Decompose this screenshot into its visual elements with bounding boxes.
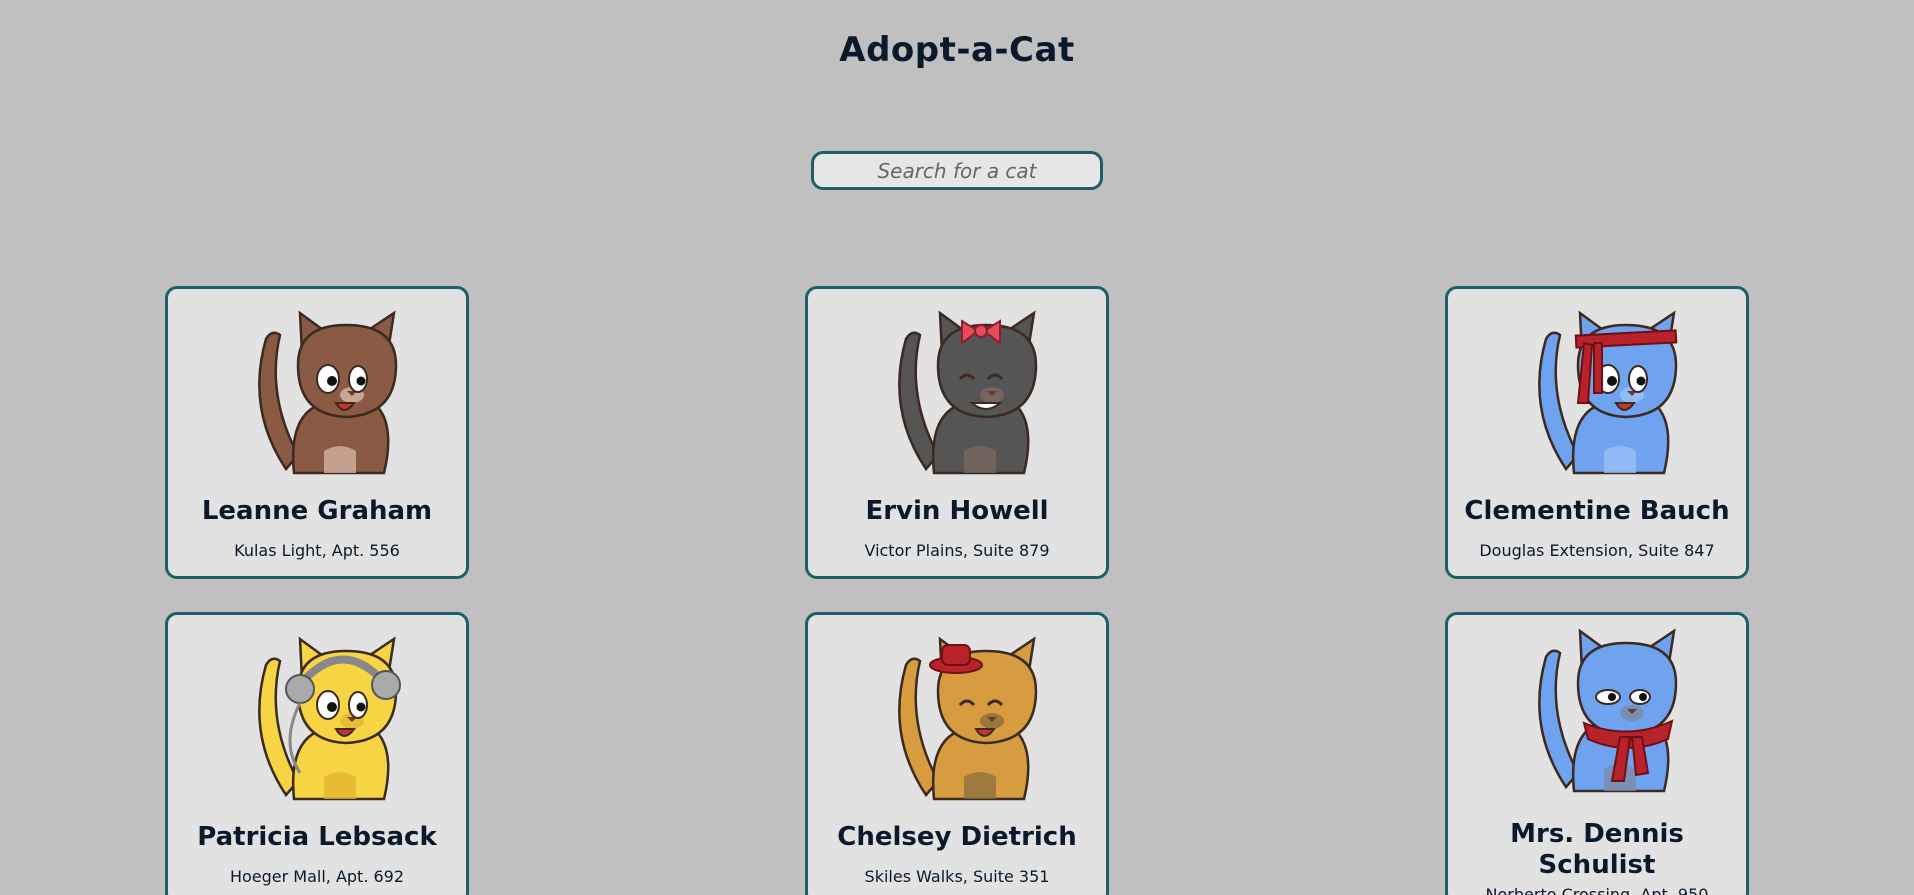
cat-card[interactable]: Leanne Graham Kulas Light, Apt. 556 [165,286,469,579]
cat-address: Norberto Crossing, Apt. 950 [1485,885,1709,895]
cat-name: Leanne Graham [201,496,433,526]
cat-name: Patricia Lebsack [197,822,437,852]
cat-head [1576,641,1678,737]
cat-image [258,310,398,475]
cat-image [898,310,1038,475]
search-input[interactable] [811,151,1103,190]
cat-address: Kulas Light, Apt. 556 [234,541,400,560]
cat-image [258,636,401,801]
cat-name: Chelsey Dietrich [837,822,1077,852]
cat-image [898,636,1038,801]
cat-card[interactable]: Chelsey Dietrich Skiles Walks, Suite 351 [805,612,1109,895]
cat-address: Hoeger Mall, Apt. 692 [229,867,405,886]
cat-address: Skiles Walks, Suite 351 [864,867,1050,886]
cat-address: Douglas Extension, Suite 847 [1479,541,1715,560]
cat-card[interactable]: Clementine Bauch Douglas Extension, Suit… [1445,286,1749,579]
cat-card[interactable]: Mrs. Dennis Schulist Norberto Crossing, … [1445,612,1749,895]
cat-image [1538,310,1678,475]
cat-name: Ervin Howell [865,496,1049,526]
page: Adopt-a-Cat Leanne Graham Kulas Light, A… [0,0,1914,895]
cat-image [1538,628,1678,793]
cat-card[interactable]: Patricia Lebsack Hoeger Mall, Apt. 692 [165,612,469,895]
cat-card[interactable]: Ervin Howell Victor Plains, Suite 879 [805,286,1109,579]
cat-address: Victor Plains, Suite 879 [864,541,1050,560]
cat-name: Clementine Bauch [1464,496,1730,526]
cat-name: Mrs. Dennis Schulist [1510,819,1684,880]
page-title: Adopt-a-Cat [839,30,1075,70]
